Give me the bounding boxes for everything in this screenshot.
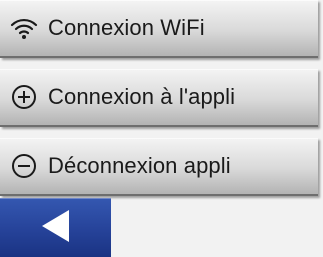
- plus-circle-icon: [10, 83, 38, 111]
- minus-circle-icon: [10, 152, 38, 180]
- back-arrow-icon: [39, 208, 73, 249]
- menu-item-label: Connexion à l'appli: [48, 84, 236, 109]
- menu-item-app-disconnection[interactable]: Déconnexion appli: [0, 138, 318, 196]
- menu-item-app-connection[interactable]: Connexion à l'appli: [0, 69, 318, 127]
- wifi-icon: [10, 14, 38, 42]
- menu-item-label: Déconnexion appli: [48, 153, 231, 178]
- menu-item-wifi-connection[interactable]: Connexion WiFi: [0, 0, 318, 58]
- menu-item-label: Connexion WiFi: [48, 15, 205, 40]
- back-button[interactable]: [0, 198, 111, 257]
